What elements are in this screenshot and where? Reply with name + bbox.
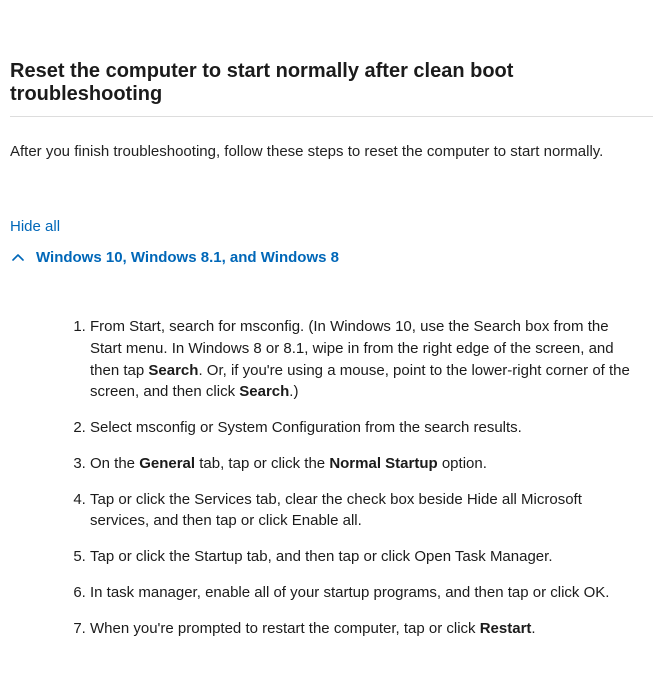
step-text: When you're prompted to restart the comp…: [90, 620, 480, 637]
section-heading: Reset the computer to start normally aft…: [10, 0, 653, 117]
step-text: On the: [90, 455, 139, 472]
step-3: On the General tab, tap or click the Nor…: [90, 453, 653, 475]
bold-restart: Restart: [480, 620, 532, 637]
step-1: From Start, search for msconfig. (In Win…: [90, 316, 653, 403]
accordion-toggle-windows10[interactable]: Windows 10, Windows 8.1, and Windows 8: [10, 249, 653, 266]
step-7: When you're prompted to restart the comp…: [90, 618, 653, 640]
hide-all-link[interactable]: Hide all: [10, 218, 60, 235]
bold-normal-startup: Normal Startup: [329, 455, 437, 472]
step-text: .): [289, 383, 298, 400]
chevron-up-icon: [10, 252, 26, 264]
bold-search: Search: [148, 362, 198, 379]
steps-list: From Start, search for msconfig. (In Win…: [30, 316, 653, 639]
step-6: In task manager, enable all of your star…: [90, 582, 653, 604]
step-text: option.: [438, 455, 487, 472]
step-2: Select msconfig or System Configuration …: [90, 417, 653, 439]
step-text: .: [531, 620, 535, 637]
step-text: Select msconfig or System Configuration …: [90, 419, 522, 436]
step-5: Tap or click the Startup tab, and then t…: [90, 546, 653, 568]
bold-general: General: [139, 455, 195, 472]
accordion-title: Windows 10, Windows 8.1, and Windows 8: [36, 249, 339, 266]
bold-search: Search: [239, 383, 289, 400]
step-text: Tap or click the Startup tab, and then t…: [90, 548, 552, 565]
step-4: Tap or click the Services tab, clear the…: [90, 489, 653, 533]
step-text: In task manager, enable all of your star…: [90, 584, 609, 601]
step-text: tab, tap or click the: [195, 455, 329, 472]
intro-paragraph: After you finish troubleshooting, follow…: [10, 143, 653, 160]
step-text: Tap or click the Services tab, clear the…: [90, 491, 582, 530]
